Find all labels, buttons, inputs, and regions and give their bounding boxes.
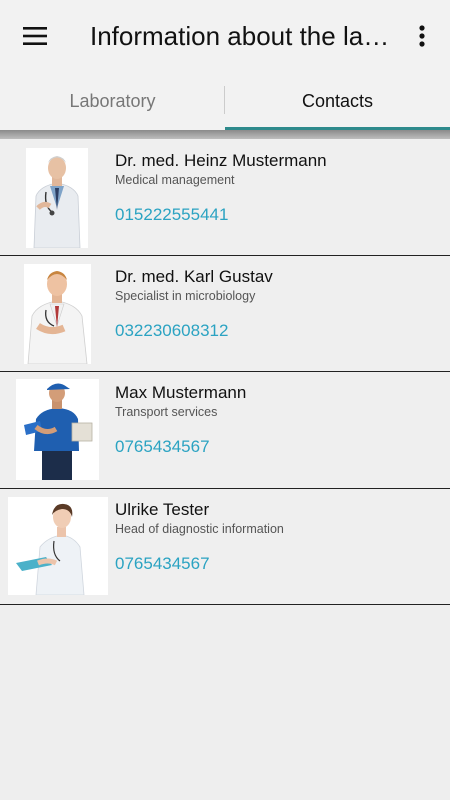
contact-photo [16,379,99,480]
contact-row[interactable]: Max Mustermann Transport services 076543… [0,372,450,489]
contacts-list: Dr. med. Heinz Mustermann Medical manage… [0,139,450,605]
contact-phone-link[interactable]: 032230608312 [115,321,228,341]
tab-bar: Laboratory Contacts [0,72,450,130]
more-vertical-icon[interactable] [407,20,437,52]
contact-phone-link[interactable]: 0765434567 [115,437,210,457]
contact-name: Ulrike Tester [115,499,210,519]
contact-photo [26,148,88,248]
contact-role: Head of diagnostic information [115,521,284,536]
contact-row[interactable]: Dr. med. Karl Gustav Specialist in micro… [0,255,450,372]
contact-row[interactable]: Dr. med. Heinz Mustermann Medical manage… [0,139,450,256]
contact-name: Dr. med. Heinz Mustermann [115,151,327,170]
contact-role: Transport services [115,405,218,419]
contact-role: Specialist in microbiology [115,288,256,303]
contact-role: Medical management [115,173,235,187]
contact-phone-link[interactable]: 0765434567 [115,554,210,574]
tab-contacts[interactable]: Contacts [225,72,450,130]
page-title: Information about the lab… [90,21,390,51]
contact-name: Dr. med. Karl Gustav [115,266,273,286]
contact-photo [24,263,91,364]
contact-row[interactable]: Ulrike Tester Head of diagnostic informa… [0,488,450,605]
contact-phone-link[interactable]: 015222555441 [115,205,228,225]
app-bar: Information about the lab… [0,0,450,72]
contact-name: Max Mustermann [115,383,247,402]
contact-photo [8,496,108,595]
tab-divider [224,86,225,114]
hamburger-menu-icon[interactable] [15,22,55,50]
tab-laboratory[interactable]: Laboratory [0,72,225,130]
tab-shadow [0,130,450,139]
